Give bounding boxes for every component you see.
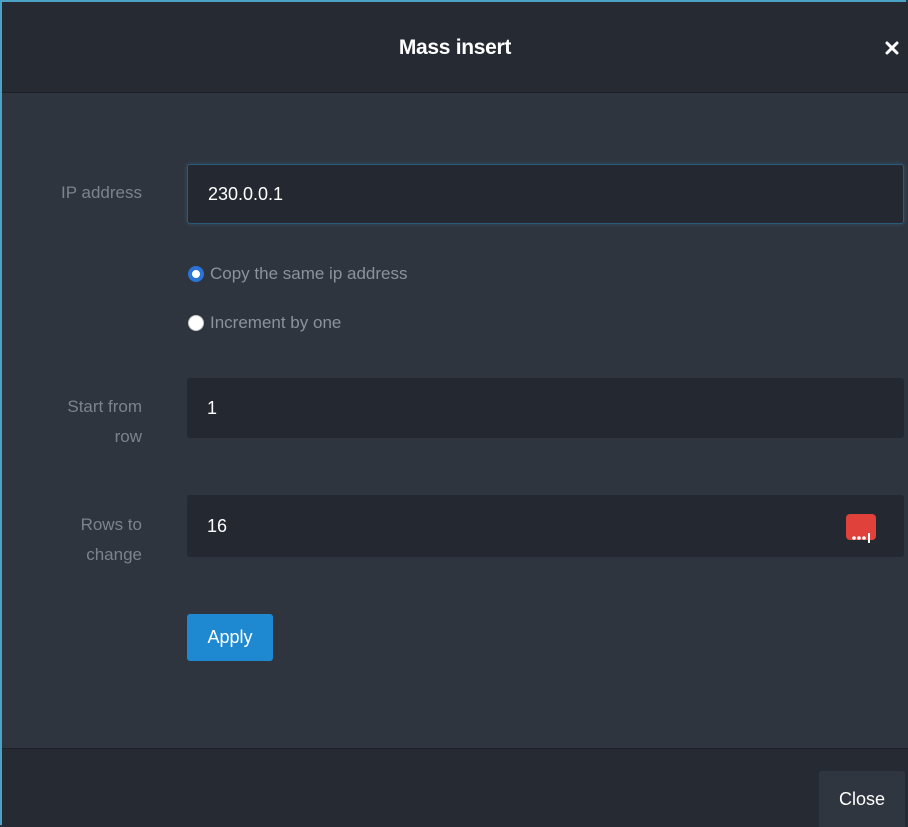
rows-to-change-value: 16 (207, 516, 228, 536)
radio-increment-by-one-label: Increment by one (210, 313, 342, 332)
apply-button[interactable]: Apply (187, 614, 273, 661)
dialog-header: Mass insert (2, 2, 908, 93)
rows-to-change-label-line1: Rows to (80, 515, 142, 534)
start-row-label-line1: Start from (67, 397, 142, 416)
rows-to-change-label: Rows to change (32, 512, 142, 568)
start-row-input[interactable]: 1 (187, 378, 904, 438)
close-button[interactable]: Close (819, 771, 905, 827)
close-icon[interactable] (882, 38, 902, 58)
start-row-value: 1 (207, 398, 218, 418)
mass-insert-dialog: Mass insert IP address 230.0.0.1 Copy th… (0, 0, 908, 827)
dialog-title: Mass insert (398, 36, 512, 59)
radio-unchecked-icon (188, 315, 204, 331)
dialog-footer: Close (2, 748, 908, 827)
ip-address-input[interactable]: 230.0.0.1 (187, 164, 904, 224)
radio-copy-same-ip-label: Copy the same ip address (210, 264, 408, 283)
radio-checked-icon (188, 266, 204, 282)
start-row-label: Start from row (32, 394, 142, 450)
ip-address-value: 230.0.0.1 (208, 184, 284, 204)
ellipsis-picker-icon[interactable] (846, 514, 876, 543)
radio-copy-same-ip[interactable]: Copy the same ip address (188, 263, 408, 285)
rows-to-change-label-line2: change (86, 545, 142, 564)
rows-to-change-input[interactable]: 16 (187, 495, 904, 557)
radio-increment-by-one[interactable]: Increment by one (188, 312, 341, 334)
ip-address-label: IP address (61, 183, 142, 202)
start-row-label-line2: row (114, 427, 142, 446)
